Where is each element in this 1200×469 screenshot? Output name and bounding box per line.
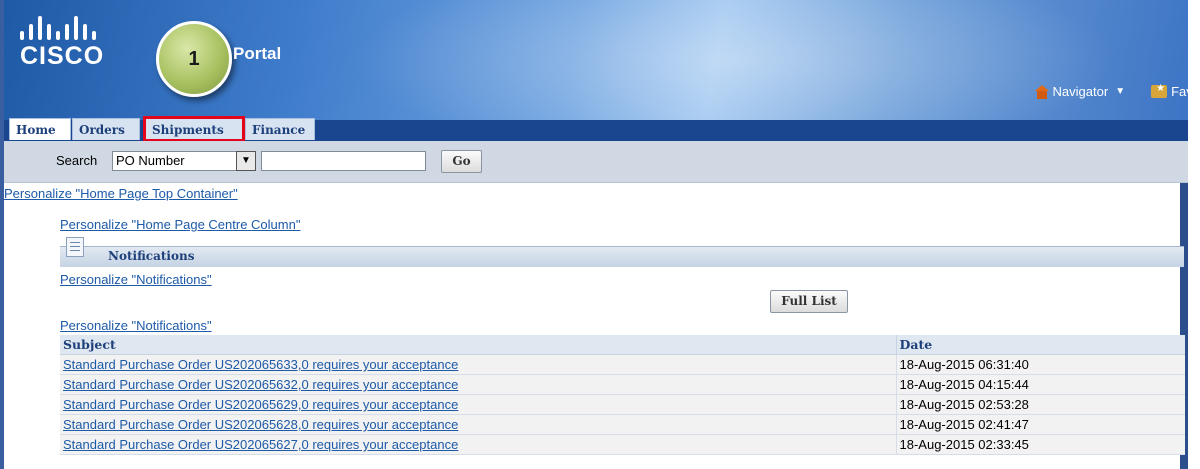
column-header-date: Date bbox=[895, 335, 1185, 355]
notification-date: 18-Aug-2015 02:41:47 bbox=[895, 414, 1185, 435]
tab-orders[interactable]: Orders bbox=[72, 118, 140, 140]
personalize-notifications-link[interactable]: Personalize "Notifications" bbox=[60, 272, 212, 287]
portal-title: Portal bbox=[233, 44, 282, 63]
tab-home[interactable]: Home bbox=[9, 118, 71, 140]
banner-swoosh bbox=[284, 0, 1184, 120]
go-button[interactable]: Go bbox=[441, 150, 482, 173]
search-label: Search bbox=[56, 153, 98, 168]
cisco-logo: CISCO bbox=[20, 14, 104, 71]
navigator-menu[interactable]: Navigator ▼ bbox=[1034, 84, 1126, 99]
step-number-badge: 1 bbox=[156, 21, 232, 97]
navigator-label: Navigator bbox=[1052, 84, 1109, 99]
column-header-subject: Subject bbox=[60, 335, 896, 355]
table-row: Standard Purchase Order US202065628,0 re… bbox=[60, 414, 1185, 435]
notifications-title: Notifications bbox=[108, 249, 195, 263]
table-row: Standard Purchase Order US202065627,0 re… bbox=[60, 434, 1185, 455]
table-header-row: Subject Date bbox=[60, 335, 1185, 355]
notification-subject-link[interactable]: Standard Purchase Order US202065628,0 re… bbox=[60, 414, 896, 435]
cisco-logo-bars bbox=[20, 14, 104, 40]
personalize-top-container-link[interactable]: Personalize "Home Page Top Container" bbox=[4, 186, 238, 201]
table-row: Standard Purchase Order US202065629,0 re… bbox=[60, 394, 1185, 415]
notification-date: 18-Aug-2015 04:15:44 bbox=[895, 374, 1185, 395]
notification-date: 18-Aug-2015 02:53:28 bbox=[895, 394, 1185, 415]
notifications-header bbox=[60, 246, 1184, 267]
personalize-centre-column-link[interactable]: Personalize "Home Page Centre Column" bbox=[60, 217, 300, 232]
notifications-icon bbox=[66, 237, 84, 257]
favorites-label: Favo bbox=[1171, 84, 1200, 99]
notification-subject-link[interactable]: Standard Purchase Order US202065627,0 re… bbox=[60, 434, 896, 455]
chevron-down-icon[interactable]: ▼ bbox=[236, 151, 256, 171]
notifications-table: Subject Date Standard Purchase Order US2… bbox=[60, 335, 1185, 455]
notification-date: 18-Aug-2015 06:31:40 bbox=[895, 354, 1185, 375]
search-type-value: PO Number bbox=[116, 153, 185, 168]
personalize-notifications-link-2[interactable]: Personalize "Notifications" bbox=[60, 318, 212, 333]
cisco-logo-text: CISCO bbox=[20, 42, 105, 70]
tab-shipments[interactable]: Shipments bbox=[143, 116, 245, 142]
table-row: Standard Purchase Order US202065633,0 re… bbox=[60, 354, 1185, 375]
chevron-down-icon: ▼ bbox=[1115, 86, 1126, 97]
search-type-select[interactable]: PO Number ▼ bbox=[112, 151, 256, 171]
full-list-button[interactable]: Full List bbox=[770, 290, 848, 313]
notification-subject-link[interactable]: Standard Purchase Order US202065632,0 re… bbox=[60, 374, 896, 395]
notification-date: 18-Aug-2015 02:33:45 bbox=[895, 434, 1185, 455]
favorites-icon bbox=[1151, 83, 1168, 98]
home-icon bbox=[1034, 84, 1049, 99]
notification-subject-link[interactable]: Standard Purchase Order US202065633,0 re… bbox=[60, 354, 896, 375]
tab-finance[interactable]: Finance bbox=[245, 118, 315, 140]
notification-subject-link[interactable]: Standard Purchase Order US202065629,0 re… bbox=[60, 394, 896, 415]
global-nav: Navigator ▼ Favo bbox=[1034, 83, 1200, 99]
table-row: Standard Purchase Order US202065632,0 re… bbox=[60, 374, 1185, 395]
search-input[interactable] bbox=[261, 151, 426, 171]
favorites-menu[interactable]: Favo bbox=[1151, 83, 1200, 99]
